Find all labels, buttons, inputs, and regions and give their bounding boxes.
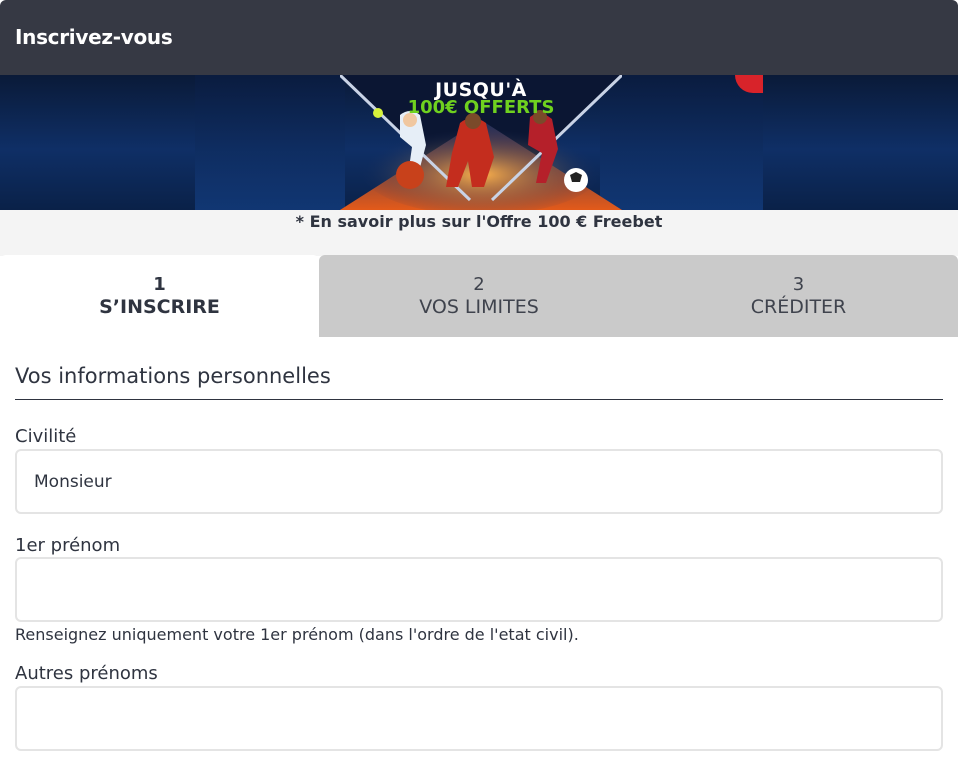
tab-step-sinscrire[interactable]: 1 S’INSCRIRE [0,255,319,337]
banner-artwork: JUSQU'À 100€ OFFERTS [340,75,622,210]
section-title: Vos informations personnelles [15,364,331,388]
prenom-label: 1er prénom [15,535,121,556]
banner-offer-amount: 100€ OFFERTS [407,97,555,118]
tab-step-vos-limites[interactable]: 2 VOS LIMITES [319,255,639,337]
section-divider [15,399,943,400]
prenom-input[interactable] [15,557,943,622]
step-number: 1 [153,274,166,295]
prenom-help-text: Renseignez uniquement votre 1er prénom (… [15,625,579,644]
promo-strip: * En savoir plus sur l'Offre 100 € Freeb… [0,210,958,256]
banner-backdrop-right [600,75,763,210]
step-label: S’INSCRIRE [99,296,220,318]
offer-info-link[interactable]: * En savoir plus sur l'Offre 100 € Freeb… [0,212,958,231]
signup-steps: 1 S’INSCRIRE 2 VOS LIMITES 3 CRÉDITER [0,255,958,337]
promo-banner[interactable]: JUSQU'À 100€ OFFERTS [0,75,958,210]
step-label: VOS LIMITES [419,296,539,318]
civilite-select[interactable]: Monsieur [15,449,943,514]
page-title: Inscrivez-vous [15,25,173,49]
step-number: 2 [473,274,485,295]
page-header: Inscrivez-vous [0,0,958,75]
civilite-value: Monsieur [34,471,112,492]
step-label: CRÉDITER [750,296,847,318]
civilite-label: Civilité [15,426,77,447]
tab-step-crediter[interactable]: 3 CRÉDITER [639,255,958,337]
banner-backdrop-left [195,75,345,210]
step-number: 3 [792,274,805,295]
autres-prenoms-label: Autres prénoms [15,663,158,684]
autres-prenoms-input[interactable] [15,686,943,751]
page-edge [958,0,963,762]
